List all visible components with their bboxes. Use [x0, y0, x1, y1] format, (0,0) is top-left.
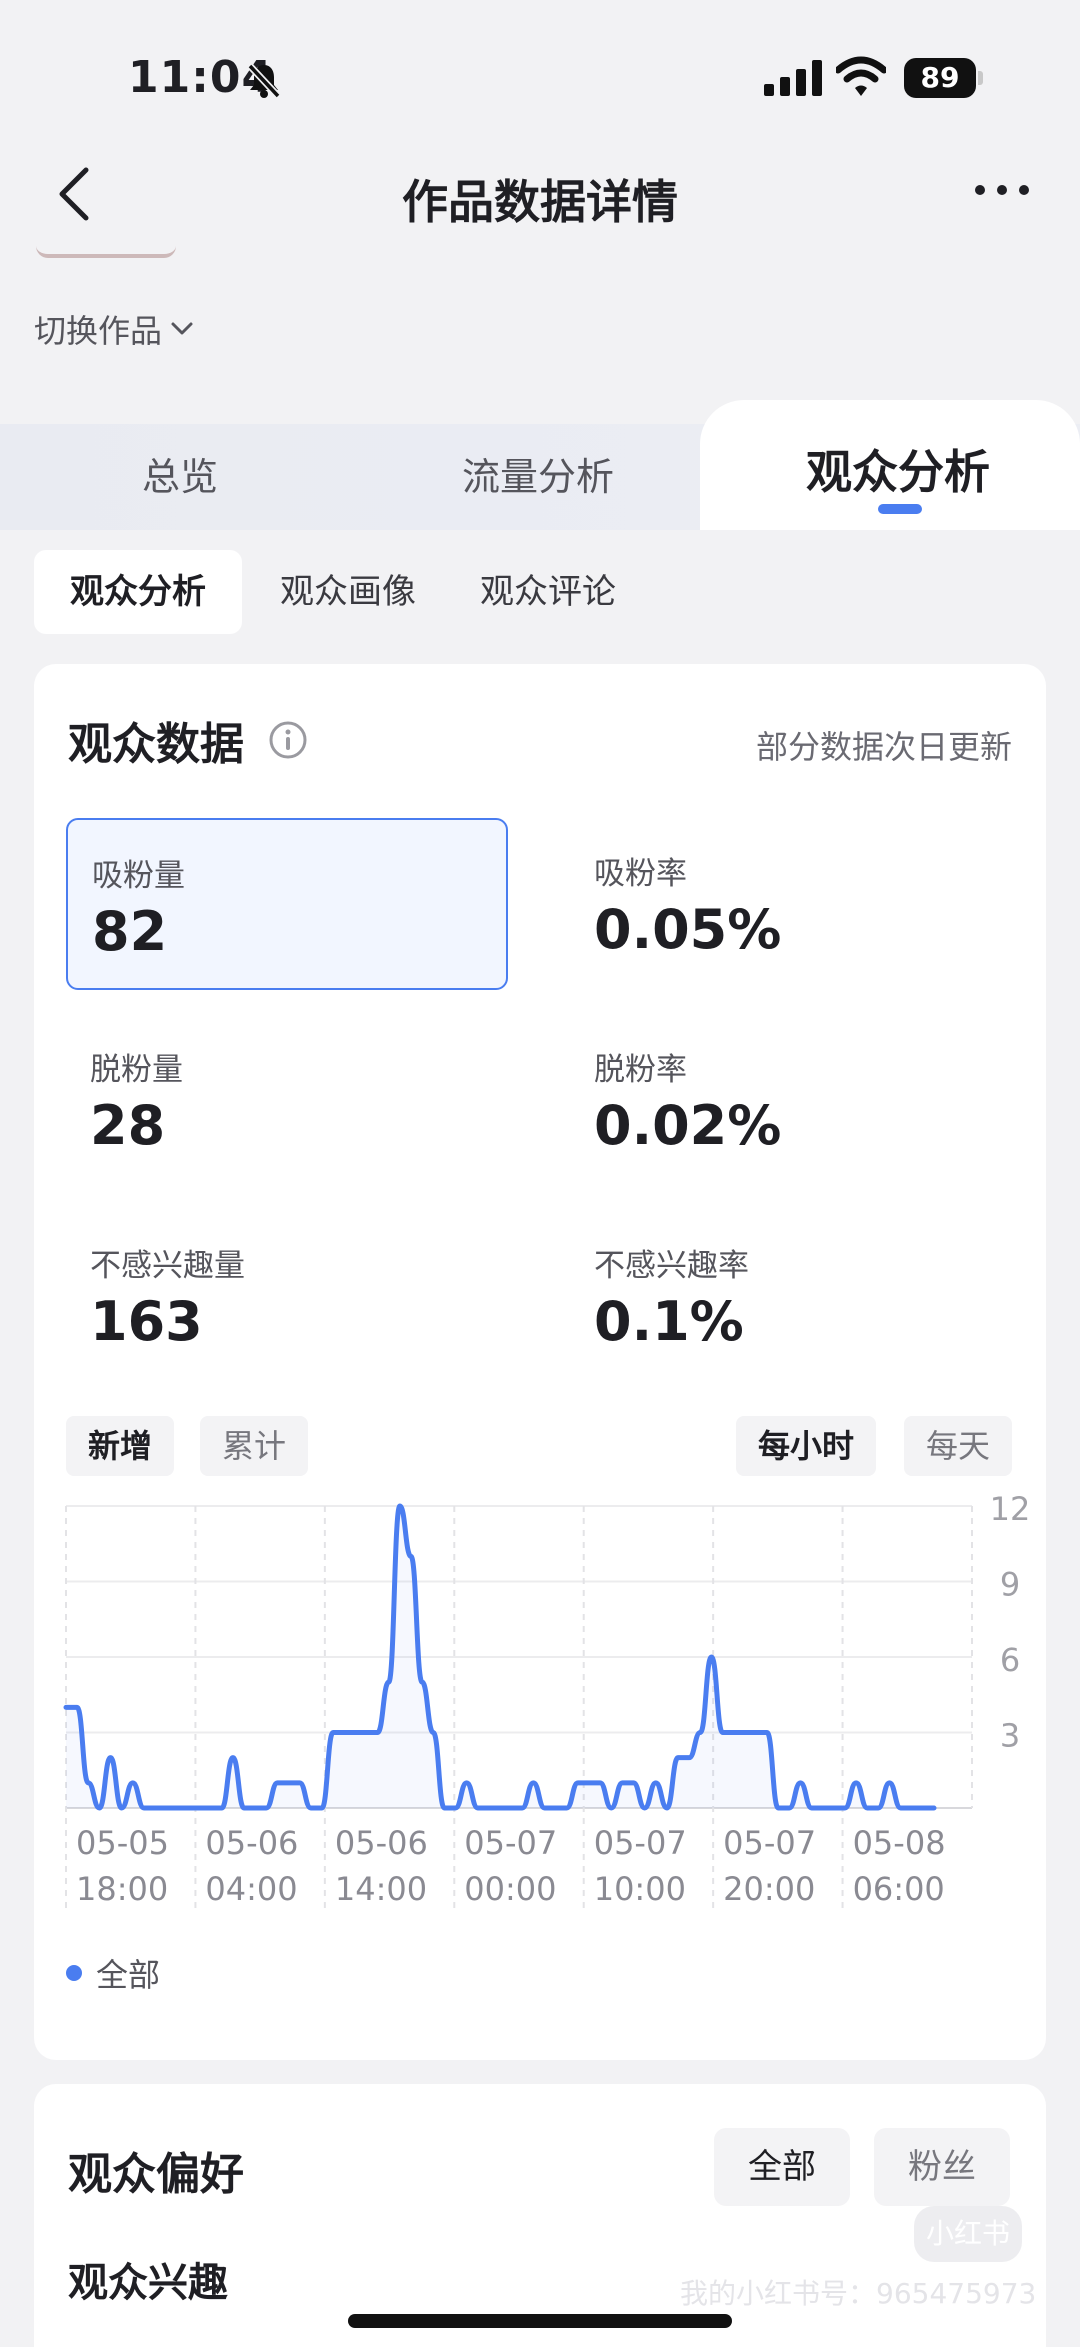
battery-cap	[978, 71, 983, 85]
tab-indicator	[878, 504, 922, 514]
home-indicator	[348, 2314, 732, 2328]
y-tick-label: 12	[990, 1490, 1031, 1528]
audience-interest-title: 观众兴趣	[68, 2260, 228, 2306]
x-tick-label-time: 14:00	[335, 1870, 427, 1908]
work-thumbnail[interactable]	[36, 246, 176, 258]
x-tick-label-date: 05-05	[76, 1824, 169, 1862]
watermark-logo: 小红书	[914, 2206, 1022, 2262]
legend-dot	[66, 1965, 82, 1981]
battery-indicator: 89	[904, 58, 983, 98]
chart-legend: 全部	[66, 1950, 160, 1996]
audience-line-chart: 3 6 9 12 05-05 18:00 05-06 04:00 05-06 14:00 05-07…	[63, 1490, 1031, 1908]
tab-audience-analysis[interactable]: 观众分析	[806, 436, 990, 502]
switch-work-label: 切换作品	[34, 312, 163, 350]
preference-all-button[interactable]: 全部	[714, 2128, 850, 2206]
x-tick-label-date: 05-06	[335, 1824, 428, 1862]
wifi-icon	[836, 56, 886, 96]
y-tick-label: 9	[1000, 1566, 1020, 1604]
nav-bar: 作品数据详情	[0, 150, 1080, 240]
x-tick-label-time: 20:00	[723, 1870, 815, 1908]
chevron-down-icon	[171, 322, 193, 335]
legend-label: 全部	[96, 1956, 161, 1994]
more-icon[interactable]	[972, 180, 1032, 200]
watermark-text: 我的小红书号：965475973	[680, 2277, 1037, 2310]
preference-title: 观众偏好	[68, 2149, 244, 2200]
bell-muted-icon	[247, 63, 281, 99]
page-title: 作品数据详情	[402, 175, 678, 229]
signal-icon	[764, 60, 822, 96]
subtab-audience-comments[interactable]: 观众评论	[454, 550, 642, 634]
tab-overview[interactable]: 总览	[142, 446, 218, 501]
audience-data-card: 观众数据 部分数据次日更新 吸粉量 82 吸粉率 0.05% 脱粉量 28 脱粉…	[34, 664, 1046, 2060]
x-tick-label-time: 06:00	[853, 1870, 945, 1908]
status-bar: 11:04 89	[0, 0, 1080, 150]
x-tick-label-time: 10:00	[594, 1870, 686, 1908]
x-tick-label-time: 00:00	[464, 1870, 556, 1908]
switch-work-button[interactable]: 切换作品	[34, 306, 196, 352]
x-tick-label-date: 05-07	[594, 1824, 687, 1862]
subtab-audience-profile[interactable]: 观众画像	[254, 550, 442, 634]
x-tick-label-date: 05-07	[723, 1824, 816, 1862]
x-tick-label-date: 05-06	[205, 1824, 298, 1862]
tab-traffic-analysis[interactable]: 流量分析	[462, 446, 614, 501]
sub-tabs: 观众分析 观众画像 观众评论	[34, 550, 642, 634]
x-tick-label-date: 05-08	[853, 1824, 946, 1862]
x-tick-label-date: 05-07	[464, 1824, 557, 1862]
y-tick-label: 6	[1000, 1641, 1020, 1679]
battery-level: 89	[904, 58, 976, 98]
preference-fans-button[interactable]: 粉丝	[874, 2128, 1010, 2206]
x-tick-label-time: 18:00	[76, 1870, 168, 1908]
y-tick-label: 3	[1000, 1717, 1020, 1755]
x-tick-label-time: 04:00	[205, 1870, 297, 1908]
subtab-audience-analysis[interactable]: 观众分析	[34, 550, 242, 634]
